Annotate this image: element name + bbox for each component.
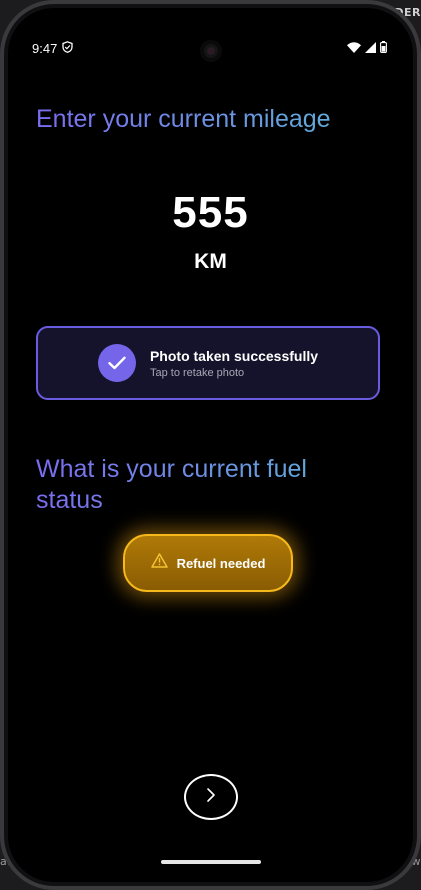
home-indicator[interactable] (160, 860, 261, 864)
next-button[interactable] (183, 774, 238, 820)
wifi-icon (347, 41, 361, 56)
status-time: 9:47 (32, 40, 58, 56)
chevron-right-icon (206, 787, 216, 808)
check-icon (97, 344, 136, 382)
mileage-value[interactable]: 555 (8, 188, 413, 238)
mileage-unit: KM (194, 250, 227, 273)
app-screen: 9:47 Enter your current mileage 555 KM P… (8, 8, 413, 882)
phone-frame: 9:47 Enter your current mileage 555 KM P… (0, 0, 421, 890)
mileage-heading: Enter your current mileage (36, 104, 356, 135)
battery-icon (380, 40, 387, 56)
photo-card-text: Photo taken successfully Tap to retake p… (150, 348, 318, 379)
cellular-icon (365, 41, 376, 56)
phone-bezel: 9:47 Enter your current mileage 555 KM P… (4, 4, 417, 886)
shield-icon (62, 40, 73, 56)
status-left: 9:47 (32, 41, 73, 56)
fuel-status-button[interactable]: Refuel needed (123, 534, 293, 592)
retake-photo-button[interactable]: Photo taken successfully Tap to retake p… (36, 326, 380, 400)
photo-card-title: Photo taken successfully (149, 347, 319, 364)
front-camera (199, 40, 222, 62)
status-right (347, 40, 387, 56)
warning-icon (150, 553, 168, 573)
fuel-status-label: Refuel needed (176, 555, 266, 571)
fuel-heading: What is your current fuel status (36, 454, 356, 516)
photo-card-subtitle: Tap to retake photo (149, 366, 245, 379)
